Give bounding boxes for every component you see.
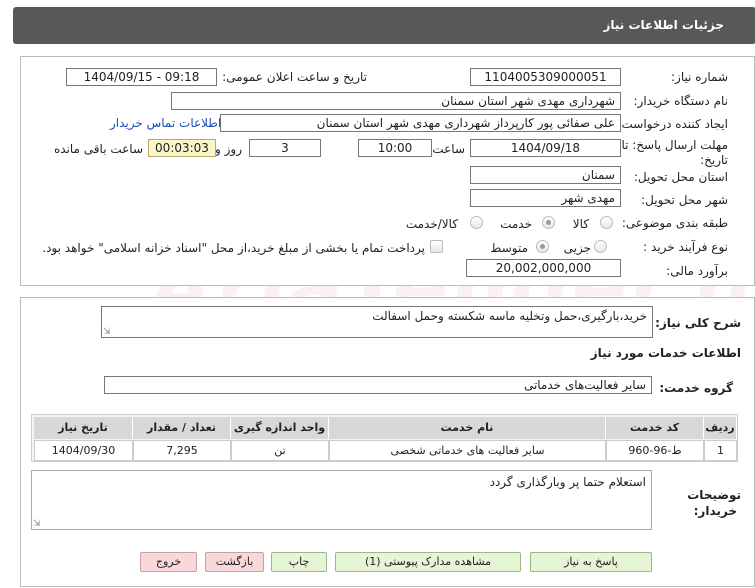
budget-field: 20,002,000,000 [466, 259, 621, 277]
category-label: طبقه بندی موضوعی: [621, 216, 728, 230]
process-medium-radio[interactable] [536, 240, 549, 253]
category-option-service: خدمت [500, 217, 532, 231]
category-both-radio[interactable] [470, 216, 483, 229]
summary-resize-handle[interactable]: ⇲ [103, 328, 111, 337]
requester-field: علی صفائی پور کارپرداز شهرداری مهدی شهر … [220, 114, 621, 132]
process-minor-radio[interactable] [594, 240, 607, 253]
days-remaining-field: 3 [249, 139, 321, 157]
table-row-1-need-date: 1404/09/30 [34, 440, 133, 461]
deadline-date-field: 1404/09/18 [470, 139, 621, 157]
budget-label: برآورد مالی: [666, 264, 728, 278]
deadline-time-field: 10:00 [358, 139, 432, 157]
requester-label: ایجاد کننده درخواست: [617, 117, 728, 131]
table-row-1-number: 1 [704, 440, 737, 461]
services-info-title: اطلاعات خدمات مورد نیاز [590, 346, 741, 360]
treasury-payment-note: پرداخت تمام یا بخشی از مبلغ خرید،از محل … [42, 241, 425, 255]
print-button[interactable]: چاپ [271, 552, 327, 572]
panel-header: جزئیات اطلاعات نیاز [13, 7, 755, 44]
summary-label: شرح کلی نیاز: [655, 316, 741, 330]
remaining-label: ساعت باقی مانده [53, 142, 143, 156]
panel-title: جزئیات اطلاعات نیاز [603, 18, 724, 32]
buyer-notes-resize-handle[interactable]: ⇲ [33, 520, 41, 529]
category-option-both: کالا/خدمت [405, 217, 458, 231]
table-header-unit: واحد اندازه گیری [231, 417, 329, 439]
deadline-label-date: تاریخ: [700, 153, 728, 167]
table-header-service-name: نام خدمت [329, 417, 606, 439]
province-field: سمنان [470, 166, 621, 184]
buyer-org-label: نام دستگاه خریدار: [633, 94, 729, 108]
exit-button[interactable]: خروج [140, 552, 197, 572]
table-header-service-code: کد خدمت [606, 417, 704, 439]
need-number-label: شماره نیاز: [671, 70, 728, 84]
treasury-payment-checkbox[interactable] [430, 240, 443, 253]
summary-textarea[interactable]: خرید،بارگیری،حمل وتخلیه ماسه شکسته وحمل … [101, 306, 653, 338]
service-group-field: سایر فعالیت‌های خدماتی [104, 376, 652, 394]
need-number-field: 1104005309000051 [470, 68, 621, 86]
table-header-quantity: تعداد / مقدار [133, 417, 231, 439]
table-row-1-service-code: ط-96-960 [606, 440, 704, 461]
remaining-time-field: 00:03:03 [148, 139, 216, 157]
announce-field: 1404/09/15 - 09:18 [66, 68, 217, 86]
buyer-contact-link[interactable]: اطلاعات تماس خریدار [110, 116, 221, 130]
table-row-1-unit: تن [231, 440, 329, 461]
table-header-need-date: تاریخ نیاز [34, 417, 133, 439]
category-goods-radio[interactable] [600, 216, 613, 229]
view-attachments-button[interactable]: مشاهده مدارک پیوستی (1) [335, 552, 521, 572]
buyer-org-field: شهرداری مهدی شهر استان سمنان [171, 92, 621, 110]
back-button[interactable]: بازگشت [205, 552, 264, 572]
deadline-time-label: ساعت [432, 142, 465, 156]
reply-button[interactable]: پاسخ به نیاز [530, 552, 652, 572]
buyer-notes-textarea[interactable]: استعلام حتما پر وبارگذاری گردد [31, 470, 652, 530]
services-table: ردیف کد خدمت نام خدمت واحد اندازه گیری ت… [31, 414, 738, 462]
process-option-medium: متوسط [490, 241, 528, 255]
category-service-radio[interactable] [542, 216, 555, 229]
process-option-minor: جزیی [563, 241, 591, 255]
days-label: روز و [215, 142, 242, 156]
deadline-label: مهلت ارسال پاسخ: تا [621, 138, 728, 152]
table-header-row-number: ردیف [704, 417, 737, 439]
service-group-label: گروه خدمت: [659, 381, 733, 395]
table-row-1-quantity: 7,295 [133, 440, 231, 461]
city-field: مهدی شهر [470, 189, 621, 207]
province-label: استان محل تحویل: [633, 170, 728, 184]
buyer-notes-label: توضیحات [687, 488, 741, 502]
category-option-goods: کالا [572, 217, 589, 231]
buyer-notes-label-2: خریدار: [693, 504, 737, 518]
process-label: نوع فرآیند خرید : [643, 240, 728, 254]
table-row-1-service-name: سایر فعالیت های خدماتی شخصی [329, 440, 606, 461]
announce-label: تاریخ و ساعت اعلان عمومی: [222, 70, 367, 84]
city-label: شهر محل تحویل: [641, 193, 728, 207]
